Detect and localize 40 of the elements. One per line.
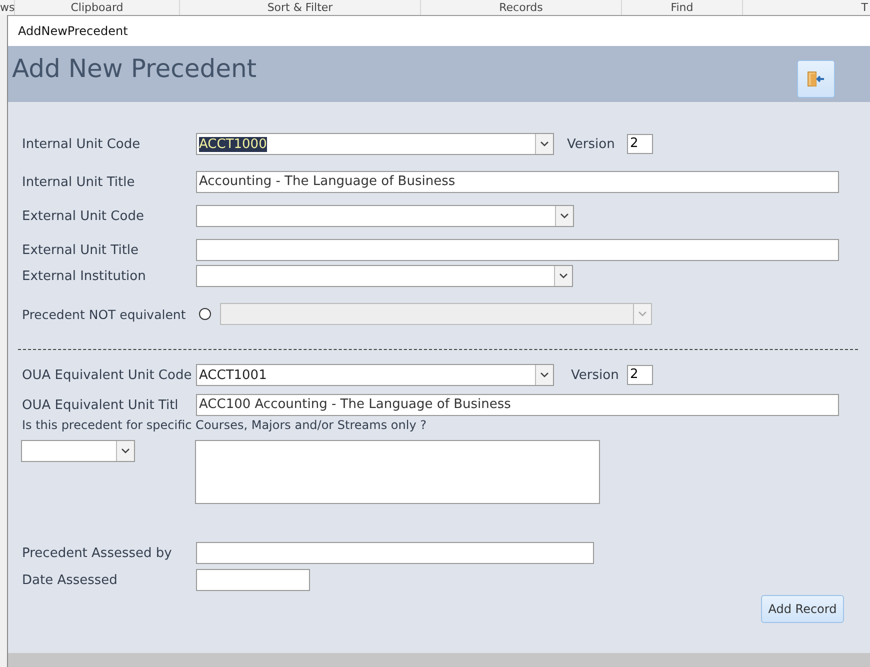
field-label: Internal Unit Code <box>22 136 142 152</box>
door-exit-icon <box>807 71 825 87</box>
form-title: Add New Precedent <box>12 54 257 83</box>
field-label: Version <box>571 368 620 382</box>
text-field[interactable]: Accounting - The Language of Business <box>196 171 839 193</box>
field-label: External Institution <box>22 268 147 284</box>
dropdown-field[interactable] <box>21 440 135 462</box>
chevron-down-icon <box>540 372 549 378</box>
field-label: OUA Equivalent Unit Titl <box>22 398 180 412</box>
field-label: Internal Unit Title <box>22 174 136 190</box>
dropdown-field[interactable] <box>196 205 574 227</box>
field-label: Date Assessed <box>22 572 118 588</box>
field-label: Precedent Assessed by <box>22 546 173 560</box>
exit-button[interactable] <box>797 60 835 98</box>
chevron-down-icon <box>559 273 568 279</box>
field-label: OUA Equivalent Unit Code <box>22 368 193 382</box>
chevron-down-icon <box>560 213 569 219</box>
dropdown-field[interactable]: ACCT1000 <box>196 133 554 155</box>
text-area[interactable] <box>195 440 600 504</box>
text-field[interactable] <box>196 569 310 591</box>
text-field[interactable] <box>196 239 839 261</box>
ribbon-group-label: T <box>860 0 869 15</box>
chevron-down-icon <box>540 141 549 147</box>
version-field[interactable]: 2 <box>627 365 653 385</box>
field-label: Version <box>567 136 616 152</box>
version-field[interactable]: 2 <box>627 134 653 154</box>
add-record-button[interactable]: Add Record <box>761 595 844 623</box>
field-label: External Unit Code <box>22 208 145 224</box>
window-title: AddNewPrecedent <box>18 24 128 38</box>
field-label: External Unit Title <box>22 242 140 258</box>
question-text: Is this precedent for specific Courses, Majors and/or Streams only ? <box>22 418 428 432</box>
field-label: Precedent NOT equivalent <box>22 306 187 322</box>
field-value: ACCT1000 <box>199 136 267 152</box>
chevron-down-icon <box>638 311 647 317</box>
dropdown-field[interactable] <box>196 265 573 287</box>
chevron-down-icon <box>121 448 130 454</box>
field-value: ACCT1001 <box>199 368 267 382</box>
dropdown-field[interactable]: ACCT1001 <box>196 364 554 386</box>
text-field[interactable]: ACC100 Accounting - The Language of Business <box>196 394 839 416</box>
text-field[interactable] <box>196 542 594 564</box>
